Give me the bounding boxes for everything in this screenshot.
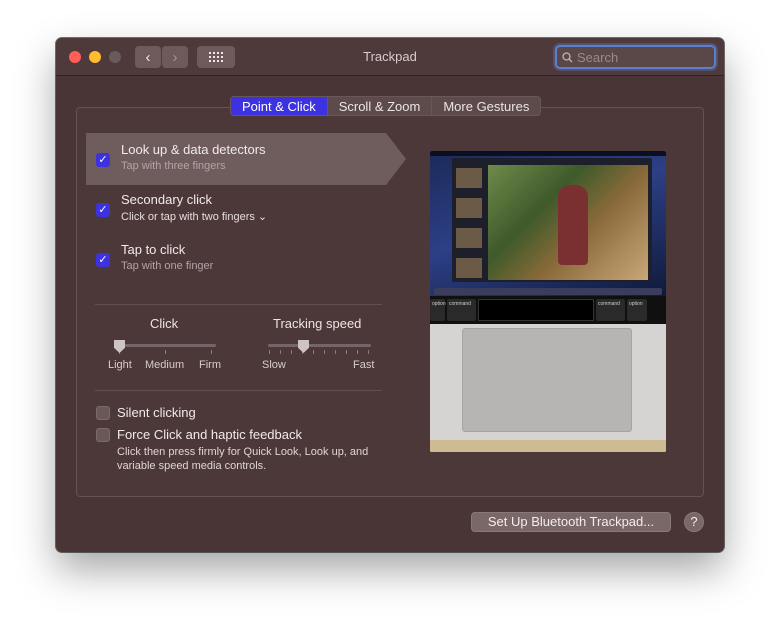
gesture-row-secondary-click[interactable]: ✓ Secondary click Click or tap with two … xyxy=(86,183,386,235)
help-button[interactable]: ? xyxy=(684,512,704,532)
search-icon xyxy=(562,51,573,62)
tab-bar: Point & Click Scroll & Zoom More Gesture… xyxy=(230,96,542,116)
tab-more-gestures[interactable]: More Gestures xyxy=(432,97,540,115)
preview-trackpad xyxy=(462,328,632,432)
divider xyxy=(95,304,382,305)
touchbar-key: command xyxy=(447,299,476,321)
gesture-preview-video: option command command option xyxy=(430,151,666,452)
preview-photo xyxy=(488,165,648,280)
tap-to-click-checkbox[interactable]: ✓ xyxy=(96,253,110,267)
tab-scroll-zoom[interactable]: Scroll & Zoom xyxy=(328,97,433,115)
tab-point-click[interactable]: Point & Click xyxy=(231,97,328,115)
tracking-slider-ticks xyxy=(269,350,369,354)
secondary-click-checkbox[interactable]: ✓ xyxy=(96,203,110,217)
tracking-label-slow: Slow xyxy=(262,359,286,371)
tracking-slider-track[interactable] xyxy=(268,344,371,347)
silent-clicking-label: Silent clicking xyxy=(117,405,196,420)
touchbar-key: option xyxy=(627,299,647,321)
preferences-window: ‹ › Trackpad Point & Click Scroll & Zoom… xyxy=(56,38,724,552)
preview-dock xyxy=(434,288,662,295)
silent-clicking-checkbox[interactable] xyxy=(96,406,110,420)
click-slider-title: Click xyxy=(150,316,179,331)
touchbar-key: command xyxy=(596,299,625,321)
setup-bluetooth-trackpad-button[interactable]: Set Up Bluetooth Trackpad... xyxy=(471,512,671,532)
click-label-firm: Firm xyxy=(199,359,221,371)
secondary-click-option-dropdown[interactable]: Click or tap with two fingers ⌄ xyxy=(121,210,267,223)
gesture-subtitle: Tap with one finger xyxy=(121,260,214,272)
gesture-title: Look up & data detectors xyxy=(121,142,266,157)
checkmark-icon: ✓ xyxy=(98,254,108,266)
tracking-slider-title: Tracking speed xyxy=(273,316,362,331)
preview-screen xyxy=(430,151,666,296)
divider xyxy=(95,390,382,391)
click-slider-ticks xyxy=(119,350,212,354)
gesture-title: Tap to click xyxy=(121,242,186,257)
search-input[interactable] xyxy=(577,49,707,65)
click-label-light: Light xyxy=(108,359,132,371)
checkmark-icon: ✓ xyxy=(98,204,108,216)
force-click-description: Click then press firmly for Quick Look, … xyxy=(117,446,369,472)
title-bar: ‹ › Trackpad xyxy=(56,38,724,76)
gesture-subtitle: Tap with three fingers xyxy=(121,160,226,172)
search-field[interactable] xyxy=(555,45,716,69)
preview-touchbar: option command command option xyxy=(430,296,666,324)
force-click-label: Force Click and haptic feedback xyxy=(117,427,302,442)
click-label-medium: Medium xyxy=(145,359,185,371)
tracking-label-fast: Fast xyxy=(353,359,375,371)
preview-laptop-body xyxy=(430,324,666,452)
gesture-row-tap-to-click[interactable]: ✓ Tap to click Tap with one finger xyxy=(86,233,386,285)
gesture-title: Secondary click xyxy=(121,192,213,207)
lookup-checkbox[interactable]: ✓ xyxy=(96,153,110,167)
gesture-row-lookup[interactable]: ✓ Look up & data detectors Tap with thre… xyxy=(86,133,406,185)
checkmark-icon: ✓ xyxy=(98,154,108,166)
click-slider-track[interactable] xyxy=(115,344,216,347)
force-click-checkbox[interactable] xyxy=(96,428,110,442)
touchbar-key: option xyxy=(430,299,446,321)
